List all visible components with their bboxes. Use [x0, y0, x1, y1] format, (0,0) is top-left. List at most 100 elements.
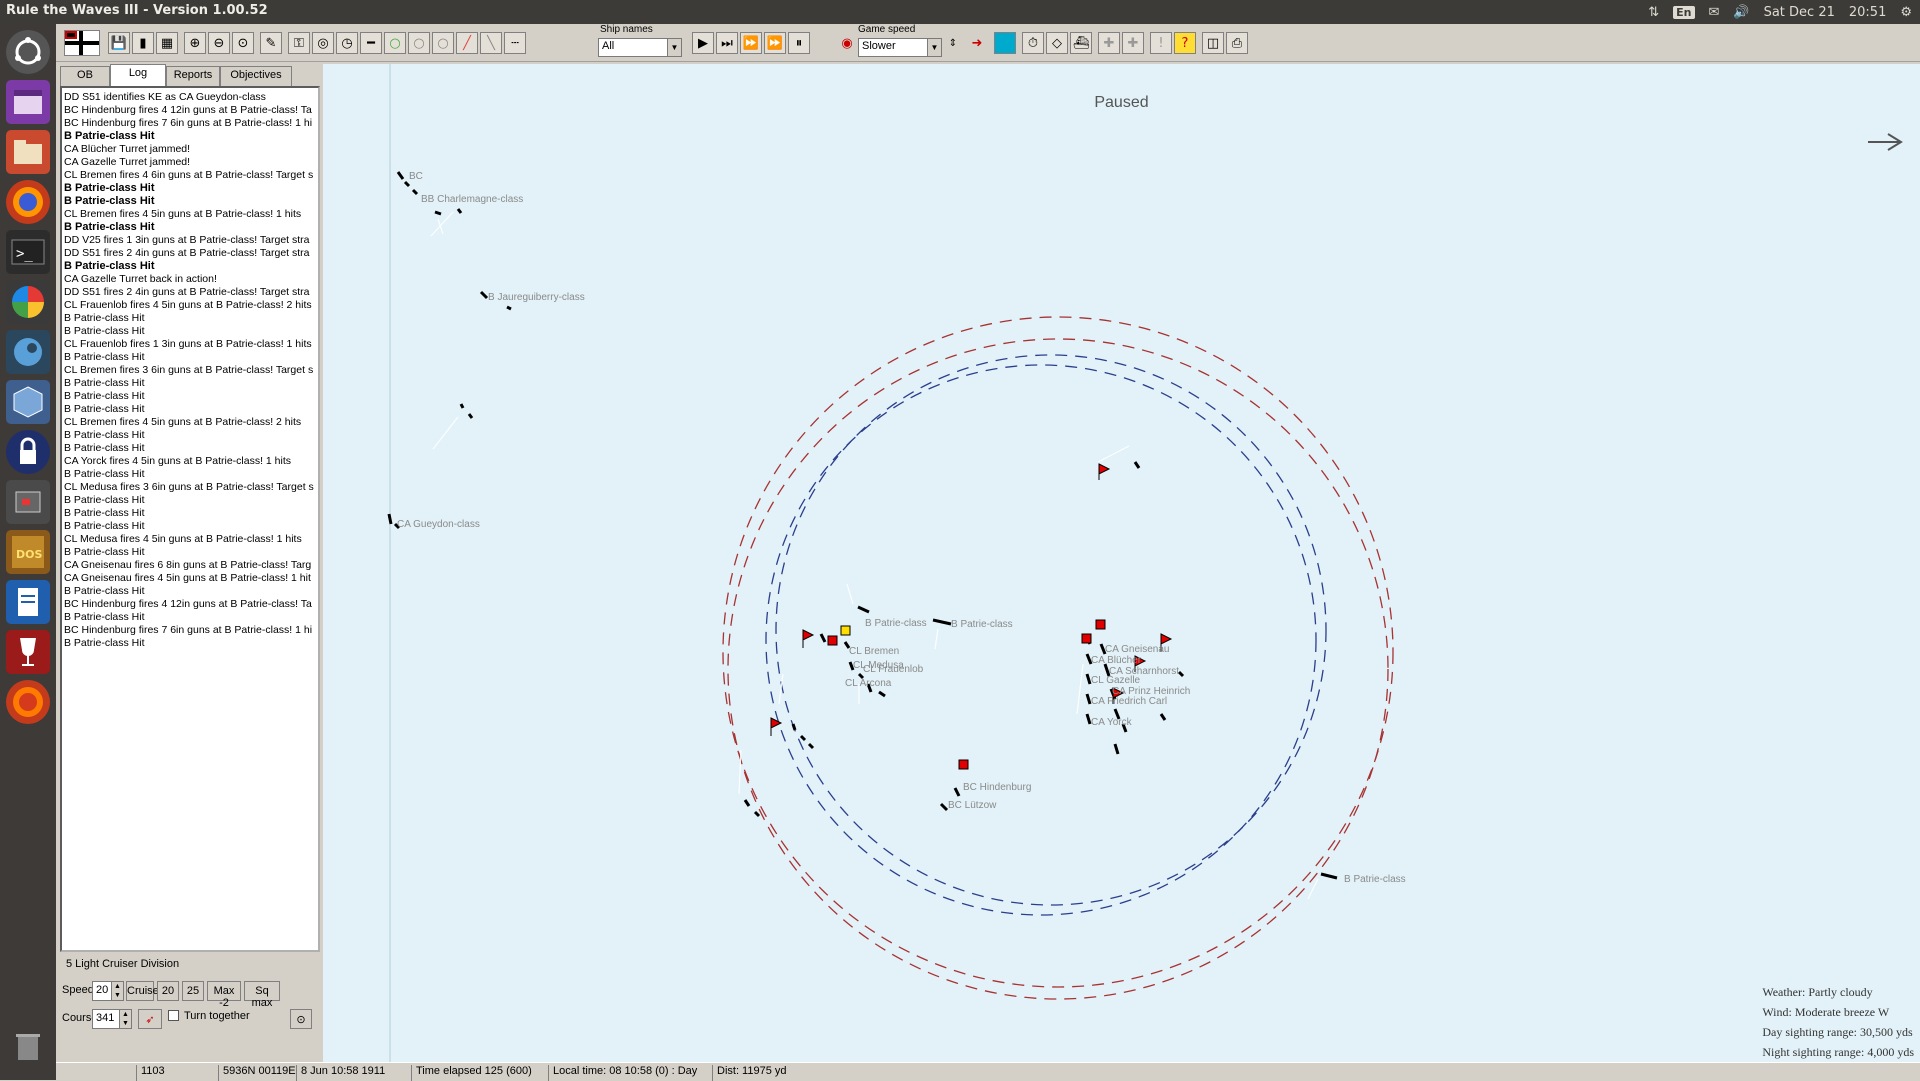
network-icon[interactable]: ⇅: [1648, 5, 1659, 20]
fast-forward-icon[interactable]: ⏩: [764, 32, 786, 54]
window-app-icon[interactable]: [6, 480, 50, 524]
ship-names-select[interactable]: All ▼: [598, 38, 682, 57]
camera-icon[interactable]: ◫: [1202, 32, 1224, 54]
ship-icon[interactable]: ⛴: [1070, 32, 1092, 54]
clock-icon[interactable]: ◷: [336, 32, 358, 54]
log-entry: CA Gneisenau fires 4 5in guns at B Patri…: [64, 572, 311, 584]
tab-objectives[interactable]: Objectives: [220, 66, 292, 86]
log-entry: CL Medusa fires 3 6in guns at B Patrie-c…: [64, 481, 314, 493]
log-entry: BC Hindenburg fires 4 12in guns at B Pat…: [64, 104, 312, 116]
pinwheel-app-icon[interactable]: [6, 280, 50, 324]
firefox-2-icon[interactable]: [6, 680, 50, 724]
ship-label: BC Lützow: [948, 800, 997, 811]
step-icon[interactable]: ⏭: [716, 32, 738, 54]
plus-gray-icon[interactable]: ✚: [1098, 32, 1120, 54]
speed-20-button[interactable]: 20: [157, 981, 179, 1001]
max-minus-2-button[interactable]: Max -2: [207, 981, 241, 1009]
exclamation-icon[interactable]: !: [1150, 32, 1172, 54]
log-entry: DD S51 fires 2 4in guns at B Patrie-clas…: [64, 247, 310, 259]
plus-gray-2-icon[interactable]: ✚: [1122, 32, 1144, 54]
files-panel-icon[interactable]: [6, 80, 50, 124]
zoom-fit-icon[interactable]: ⊙: [232, 32, 254, 54]
report-icon[interactable]: ▮: [132, 32, 154, 54]
log-entry: B Patrie-class Hit: [64, 442, 145, 454]
wine-icon[interactable]: [6, 630, 50, 674]
system-clock[interactable]: 20:51: [1849, 5, 1886, 20]
save-icon[interactable]: 💾: [108, 32, 130, 54]
battle-map[interactable]: BC BB Charlemagne-class B Jaureguiberry-…: [323, 64, 1920, 1064]
battle-log[interactable]: DD S51 identifies KE as CA Gueydon-class…: [60, 86, 320, 952]
steam-icon[interactable]: [6, 330, 50, 374]
settings-grid-icon[interactable]: ▦: [156, 32, 178, 54]
stopwatch-icon[interactable]: ⏱: [1022, 32, 1044, 54]
tab-reports[interactable]: Reports: [166, 66, 220, 86]
ship-label: BB Charlemagne-class: [421, 194, 523, 205]
turn-together-checkbox[interactable]: [168, 1010, 179, 1021]
cruise-button[interactable]: Cruise: [126, 981, 159, 1001]
tab-ob[interactable]: OB: [60, 66, 110, 86]
status-date: 8 Jun 10:58 1911: [296, 1065, 385, 1081]
course-stepper[interactable]: 341 ▲ ▼: [92, 1009, 132, 1029]
zoom-out-icon[interactable]: ⊖: [208, 32, 230, 54]
target-icon[interactable]: ◉: [836, 32, 858, 54]
game-speed-select[interactable]: Slower ▼: [858, 38, 942, 57]
map-canvas[interactable]: BC BB Charlemagne-class B Jaureguiberry-…: [323, 64, 1920, 1064]
forward-icon[interactable]: ⏩: [740, 32, 762, 54]
line-red-icon[interactable]: ╱: [456, 32, 478, 54]
sea-view-icon[interactable]: [994, 32, 1016, 54]
trash-icon[interactable]: [6, 1024, 50, 1068]
lock-icon[interactable]: ⚿: [288, 32, 310, 54]
german-flag-icon[interactable]: [64, 30, 100, 56]
terminal-icon[interactable]: >_: [6, 230, 50, 274]
help-icon[interactable]: ?: [1174, 32, 1196, 54]
log-entry: DD S51 identifies KE as CA Gueydon-class: [64, 91, 266, 103]
night-sighting-text: Night sighting range: 4,000 yds: [1762, 1045, 1914, 1059]
toolbar: 💾 ▮ ▦ ⊕ ⊖ ⊙ ✎ ⚿ ◎ ◷ ━ ○ ○ ○ ╱ ╲ ┄ Ship n…: [56, 24, 1920, 62]
line-icon[interactable]: ━: [360, 32, 382, 54]
red-range-circle-inner: [727, 338, 1389, 1000]
speed-25-button[interactable]: 25: [182, 981, 204, 1001]
speed-spinner-icon[interactable]: ⇕: [942, 32, 964, 54]
pause-icon[interactable]: ⏸: [788, 32, 810, 54]
log-entry: B Patrie-class Hit: [64, 260, 155, 272]
keyboard-language-indicator[interactable]: En: [1673, 5, 1695, 19]
pencil-icon[interactable]: ✎: [260, 32, 282, 54]
file-manager-icon[interactable]: [6, 130, 50, 174]
ship-label: CA Gneisenau: [1105, 644, 1170, 655]
sq-max-button[interactable]: Sq max: [244, 981, 280, 1009]
tab-log[interactable]: Log: [110, 64, 166, 87]
play-icon[interactable]: ▶: [692, 32, 714, 54]
volume-icon[interactable]: 🔊: [1733, 5, 1749, 20]
mail-icon[interactable]: ✉: [1709, 5, 1720, 20]
ship-labels: BC BB Charlemagne-class B Jaureguiberry-…: [397, 171, 1406, 885]
compass-icon[interactable]: ◎: [312, 32, 334, 54]
firefox-icon[interactable]: [6, 180, 50, 224]
stepper-arrows-icon[interactable]: ▲ ▼: [119, 1010, 131, 1028]
formation-icon[interactable]: ⊙: [290, 1009, 312, 1029]
circle-gray-2-icon[interactable]: ○: [432, 32, 454, 54]
circle-gray-icon[interactable]: ○: [408, 32, 430, 54]
arrow-right-icon[interactable]: ➜: [966, 32, 988, 54]
division-name: 5 Light Cruiser Division: [66, 958, 180, 970]
printer-icon[interactable]: ⎙: [1226, 32, 1248, 54]
gear-icon[interactable]: ⚙: [1900, 5, 1912, 20]
text-editor-icon[interactable]: [6, 580, 50, 624]
virtualbox-icon[interactable]: [6, 380, 50, 424]
speed-stepper[interactable]: 20 ▲ ▼: [92, 981, 124, 1001]
lock-app-icon[interactable]: [6, 430, 50, 474]
circle-green-icon[interactable]: ○: [384, 32, 406, 54]
log-entry: CA Gneisenau fires 6 8in guns at B Patri…: [64, 559, 312, 571]
left-panel: OB Log Reports Objectives DD S51 identif…: [60, 64, 320, 1062]
dosbox-icon[interactable]: DOS: [6, 530, 50, 574]
dotted-line-icon[interactable]: ┄: [504, 32, 526, 54]
flag-icon: [958, 759, 969, 770]
ubuntu-dash-icon[interactable]: [6, 30, 50, 74]
ship-label: CL Gazelle: [1091, 675, 1141, 686]
system-date[interactable]: Sat Dec 21: [1764, 5, 1835, 20]
log-entry: CA Blücher Turret jammed!: [64, 143, 191, 155]
stepper-arrows-icon[interactable]: ▲ ▼: [111, 982, 123, 1000]
pointer-icon[interactable]: ➶: [138, 1009, 162, 1029]
zoom-in-icon[interactable]: ⊕: [184, 32, 206, 54]
line-gray-icon[interactable]: ╲: [480, 32, 502, 54]
eraser-icon[interactable]: ◇: [1046, 32, 1068, 54]
